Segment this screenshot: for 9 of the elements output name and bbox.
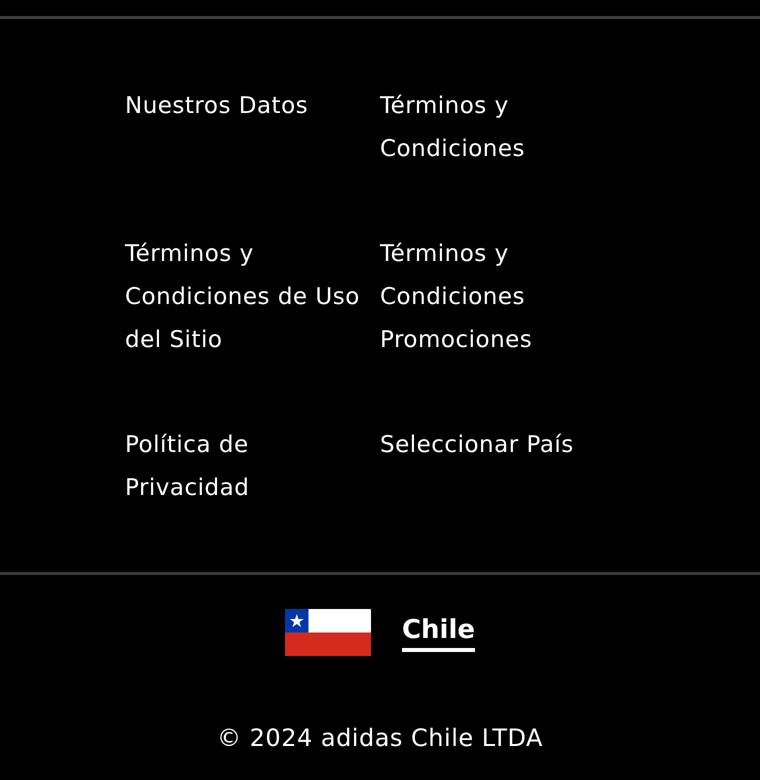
footer-link[interactable]: Términos y Condiciones xyxy=(380,85,635,171)
footer-link[interactable]: Política de Privacidad xyxy=(125,424,380,510)
flag-icon xyxy=(284,608,371,656)
footer-link[interactable]: Términos y Condiciones Promociones xyxy=(380,233,635,362)
country-link[interactable]: Chile xyxy=(402,612,476,652)
footer-link[interactable]: Términos y Condiciones de Uso del Sitio xyxy=(125,233,380,362)
footer-link[interactable]: Seleccionar País xyxy=(380,424,574,467)
footer-link[interactable]: Nuestros Datos xyxy=(125,85,308,128)
copyright-text: © 2024 adidas Chile LTDA xyxy=(216,724,544,752)
